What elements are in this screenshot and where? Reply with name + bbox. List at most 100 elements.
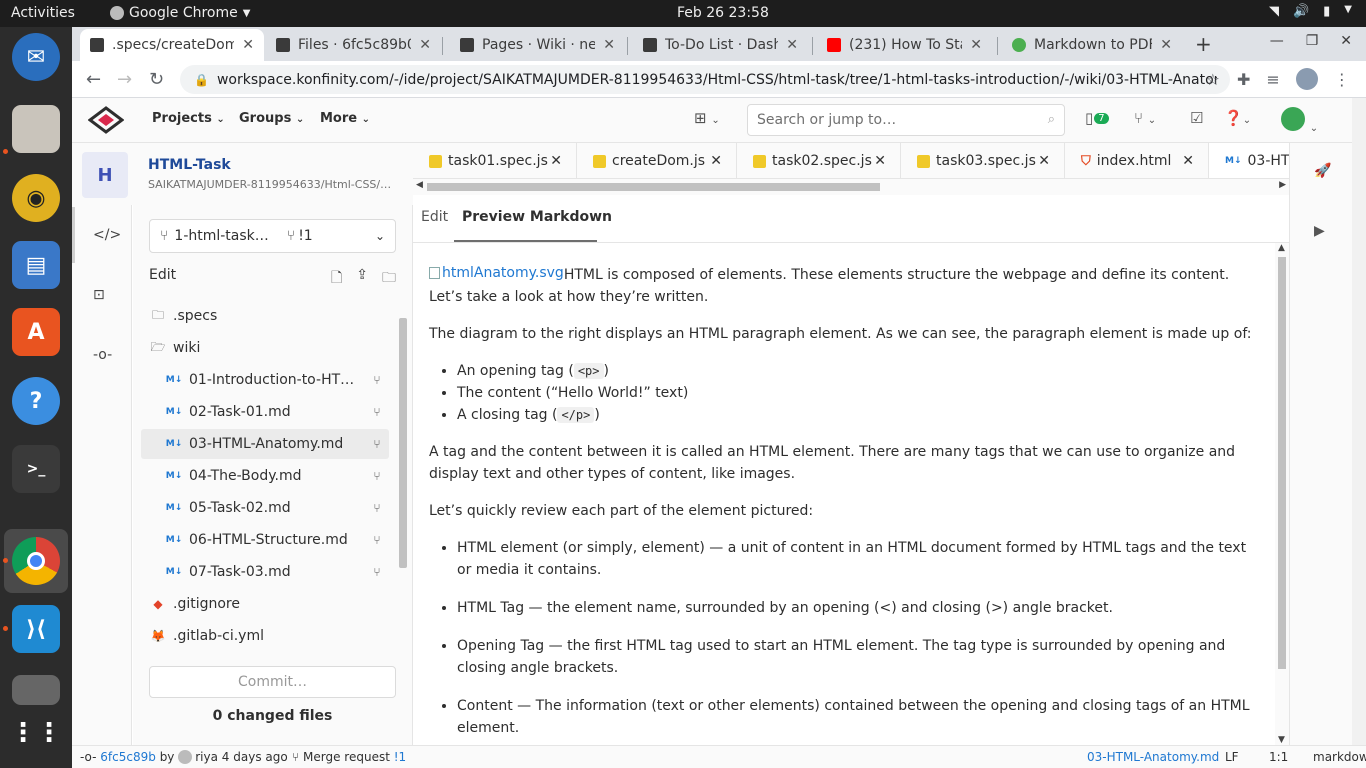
help-icon[interactable]: ❓⌄ (1224, 109, 1251, 127)
preview-scrollbar[interactable]: ▲ ▼ (1275, 243, 1289, 745)
file-tree-item[interactable]: 🗀 .specs (141, 301, 389, 331)
browser-tab[interactable]: Files · 6fc5c89b0b ✕ (266, 29, 441, 61)
merge-request-icon[interactable]: ⑂ ⌄ (1134, 109, 1156, 127)
review-icon[interactable]: ⊡ (93, 287, 105, 303)
close-icon[interactable]: ✕ (1160, 37, 1172, 53)
browser-tab-active[interactable]: .specs/createDom ✕ (80, 29, 264, 61)
search-input[interactable]: Search or jump to… ⌕ (747, 104, 1065, 136)
user-avatar[interactable]: ⌄ (1281, 107, 1318, 135)
reading-list-icon[interactable]: ≡ (1266, 70, 1279, 89)
issues-check-icon[interactable]: ☑ (1190, 109, 1203, 127)
scroll-left-icon[interactable]: ◀ (416, 180, 423, 190)
close-icon[interactable]: ✕ (550, 153, 562, 169)
close-icon[interactable]: ✕ (786, 37, 798, 53)
trash-icon[interactable] (12, 675, 60, 705)
close-icon[interactable]: ✕ (874, 153, 886, 169)
close-icon[interactable]: ✕ (603, 37, 615, 53)
pipeline-rocket-icon[interactable]: 🚀 (1314, 163, 1331, 179)
help-icon[interactable]: ? (12, 377, 60, 425)
new-file-icon[interactable]: 🗋 (331, 267, 342, 291)
close-icon[interactable]: ✕ (419, 37, 431, 53)
commit-icon[interactable]: -o- (93, 347, 112, 363)
file-tree-item[interactable]: 🗁 wiki (141, 333, 389, 363)
editor-file-tab[interactable]: M↓ 03-HTML-Anatomy.md (1209, 143, 1289, 178)
more-menu[interactable]: More ⌄ (320, 111, 370, 126)
file-tree-item[interactable]: M↓ 07-Task-03.md ⑂ (141, 557, 389, 587)
merge-request-link[interactable]: !1 (394, 750, 406, 764)
scroll-thumb[interactable] (427, 183, 880, 191)
close-icon[interactable]: ✕ (1038, 153, 1050, 169)
file-tree-item[interactable]: M↓ 03-HTML-Anatomy.md ⑂ (141, 429, 389, 459)
maximize-icon[interactable]: ❐ (1306, 33, 1319, 49)
project-title[interactable]: HTML-Task (148, 157, 231, 173)
page-scrollbar[interactable] (1352, 98, 1366, 745)
tab-edit[interactable]: Edit (421, 209, 448, 225)
file-tree-item[interactable]: M↓ 01-Introduction-to-HTML… ⑂ (141, 365, 389, 395)
browser-tab[interactable]: Pages · Wiki · nee ✕ (450, 29, 625, 61)
browser-tab[interactable]: To-Do List · Dashb ✕ (633, 29, 808, 61)
new-folder-icon[interactable]: 🗀 (382, 267, 396, 291)
editor-file-tab[interactable]: ⛉ index.html ✕ (1065, 143, 1209, 178)
current-file-name[interactable]: 03-HTML-Anatomy.md (1087, 750, 1219, 764)
bookmark-star-icon[interactable]: ☆ (1206, 70, 1220, 89)
close-icon[interactable]: ✕ (242, 37, 254, 53)
close-icon[interactable]: ✕ (1182, 153, 1194, 169)
tab-preview-markdown[interactable]: Preview Markdown (462, 209, 612, 225)
vscode-icon[interactable]: ⟩⟨ (12, 605, 60, 653)
file-tree-item[interactable]: M↓ 06-HTML-Structure.md ⑂ (141, 525, 389, 555)
software-icon[interactable]: A (12, 308, 60, 356)
show-apps-icon[interactable]: ⋮⋮ (10, 709, 62, 757)
browser-tab[interactable]: Markdown to PDF ✕ (1002, 29, 1182, 61)
file-tree-item[interactable]: M↓ 02-Task-01.md ⑂ (141, 397, 389, 427)
close-icon[interactable]: ✕ (710, 153, 722, 169)
close-icon[interactable]: ✕ (970, 37, 982, 53)
kebab-menu-icon[interactable]: ⋮ (1334, 70, 1350, 89)
chrome-icon[interactable] (12, 537, 60, 585)
projects-menu[interactable]: Projects ⌄ (152, 111, 225, 126)
groups-menu[interactable]: Groups ⌄ (239, 111, 304, 126)
tabs-horizontal-scrollbar[interactable]: ◀ ▶ (413, 179, 1289, 195)
minimize-icon[interactable]: — (1270, 33, 1284, 49)
file-tree-item[interactable]: ◆ .gitignore (141, 589, 389, 619)
scroll-thumb[interactable] (1278, 257, 1286, 669)
terminal-icon[interactable]: >_ (12, 445, 60, 493)
forward-arrow-icon[interactable]: → (117, 69, 132, 90)
editor-file-tab[interactable]: createDom.js ✕ (577, 143, 737, 178)
commit-sha-link[interactable]: 6fc5c89b (100, 750, 156, 764)
system-tray[interactable]: ◥ 🔊 ▮ ▼ (1269, 4, 1352, 19)
project-avatar[interactable]: H (82, 152, 128, 198)
activities-button[interactable]: Activities (11, 5, 75, 21)
address-bar[interactable]: 🔒 workspace.konfinity.com/-/ide/project/… (180, 65, 1230, 94)
close-window-icon[interactable]: ✕ (1340, 33, 1352, 49)
new-tab-button[interactable]: + (1195, 32, 1212, 56)
scroll-right-icon[interactable]: ▶ (1279, 180, 1286, 190)
new-item-plus-icon[interactable]: ⊞ ⌄ (694, 109, 720, 127)
file-tree-item[interactable]: M↓ 04-The-Body.md ⑂ (141, 461, 389, 491)
files-icon[interactable] (12, 105, 60, 153)
editor-file-tab[interactable]: task03.spec.js ✕ (901, 143, 1065, 178)
commit-button[interactable]: Commit… (149, 666, 396, 698)
konfinity-logo-icon[interactable] (88, 106, 124, 134)
reload-icon[interactable]: ↻ (149, 69, 164, 90)
branch-selector[interactable]: ⑂ 1-html-task… ⑂ !1 ⌄ (149, 219, 396, 253)
thunderbird-icon[interactable]: ✉ (12, 33, 60, 81)
back-arrow-icon[interactable]: ← (86, 69, 101, 90)
todo-icon[interactable]: ▯ 7 (1085, 109, 1109, 127)
scroll-down-icon[interactable]: ▼ (1278, 735, 1285, 745)
file-tree-item[interactable]: M↓ 05-Task-02.md ⑂ (141, 493, 389, 523)
file-tree-scrollbar[interactable] (398, 310, 408, 648)
browser-tab[interactable]: (231) How To Star ✕ (817, 29, 992, 61)
writer-icon[interactable]: ▤ (12, 241, 60, 289)
broken-image[interactable]: htmlAnatomy.svg (429, 262, 564, 284)
profile-avatar[interactable] (1295, 68, 1318, 90)
file-tree-item[interactable]: 🦊 .gitlab-ci.yml (141, 621, 389, 649)
rhythmbox-icon[interactable]: ◉ (12, 174, 60, 222)
upload-icon[interactable]: ⇪ (356, 267, 368, 291)
extensions-puzzle-icon[interactable]: ✚ (1237, 70, 1250, 89)
clock[interactable]: Feb 26 23:58 (677, 5, 769, 21)
code-icon[interactable]: </> (93, 227, 121, 243)
editor-file-tab[interactable]: task01.spec.js ✕ (413, 143, 577, 178)
app-menu[interactable]: Google Chrome ▼ (110, 5, 250, 21)
scroll-up-icon[interactable]: ▲ (1278, 243, 1285, 253)
terminal-panel-icon[interactable]: ▶ (1314, 223, 1325, 239)
